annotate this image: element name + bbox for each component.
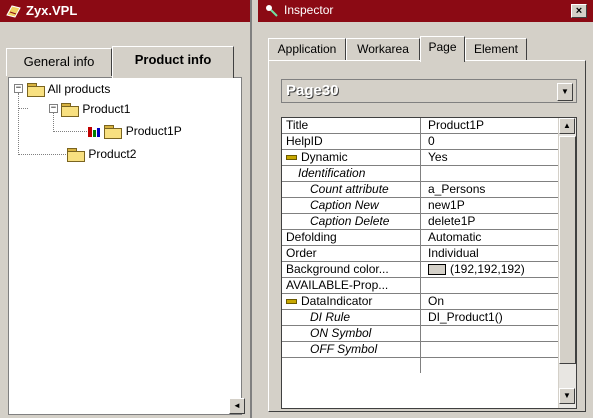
property-name: DI Rule [282,310,421,325]
page-properties-panel: Page30 ▼ Title Product1P HelpID 0 Dynamic Y… [268,60,586,412]
property-row-partial [282,358,560,374]
project-title: Zyx.VPL [26,3,78,18]
scroll-down-button[interactable]: ▼ [559,388,575,404]
tab-product-info[interactable]: Product info [112,46,234,78]
property-row[interactable]: AVAILABLE-Prop... [282,278,560,294]
folder-open-icon [27,83,45,98]
tree-item-product1p[interactable]: Product1P [87,124,182,140]
property-name: Title [282,118,421,133]
property-row[interactable]: Dynamic Yes [282,150,560,166]
property-row[interactable]: OFF Symbol [282,342,560,358]
property-value[interactable] [426,326,562,341]
property-value[interactable] [426,166,562,181]
tab-general-info[interactable]: General info [6,48,112,76]
property-value[interactable]: 0 [426,134,562,149]
property-name: Caption Delete [282,214,421,229]
property-value[interactable]: On [426,294,562,309]
page-type-icon [88,126,100,137]
collapse-icon[interactable] [286,299,297,305]
tree-item-product2[interactable]: Product2 [67,147,137,163]
property-name: Defolding [282,230,421,245]
collapse-all-products-icon[interactable]: − [14,84,23,93]
page-select-value: Page30 [286,82,339,99]
property-name: Dynamic [301,150,348,164]
property-name: Order [282,246,421,261]
inspector-icon [266,5,278,17]
property-row[interactable]: Defolding Automatic [282,230,560,246]
property-name: Identification [282,166,421,181]
property-row[interactable]: Caption New new1P [282,198,560,214]
tree-item-product1[interactable]: Product1 [61,102,131,118]
inspector-window: Inspector × Application Workarea Page El… [258,0,593,418]
project-titlebar[interactable]: Zyx.VPL [0,0,250,22]
folder-icon [67,148,85,163]
inspector-title: Inspector [284,3,334,17]
project-window: Zyx.VPL General info Product info − All … [0,0,252,418]
property-name: OFF Symbol [282,342,421,357]
page-select[interactable]: Page30 ▼ [281,79,577,103]
property-value[interactable]: DI_Product1() [426,310,562,325]
property-value[interactable]: Individual [426,246,562,261]
folder-open-icon [61,103,79,118]
tab-element[interactable]: Element [465,38,527,60]
property-value[interactable]: delete1P [426,214,562,229]
collapse-product1-icon[interactable]: − [49,104,58,113]
property-name: ON Symbol [282,326,421,341]
property-value[interactable]: a_Persons [426,182,562,197]
project-icon [6,5,21,18]
property-row[interactable]: Title Product1P [282,118,560,134]
property-value[interactable]: (192,192,192) [450,262,525,276]
property-scrollbar[interactable]: ▲ ▼ [558,118,576,408]
property-value[interactable]: Product1P [426,118,562,133]
folder-icon [104,125,123,140]
property-row[interactable]: Background color... (192,192,192) [282,262,560,278]
inspector-titlebar[interactable]: Inspector × [258,0,593,22]
tree-label: All products [47,82,111,96]
scroll-up-button[interactable]: ▲ [559,118,575,134]
property-row[interactable]: Order Individual [282,246,560,262]
property-name: AVAILABLE-Prop... [282,278,421,293]
collapse-icon[interactable] [286,155,297,161]
tree-item-all-products[interactable]: All products [27,82,111,98]
close-button[interactable]: × [571,4,587,18]
property-value[interactable] [426,342,562,357]
property-row[interactable]: ON Symbol [282,326,560,342]
property-row[interactable]: DI Rule DI_Product1() [282,310,560,326]
property-value[interactable]: Automatic [426,230,562,245]
property-value[interactable] [426,278,562,293]
property-row[interactable]: Caption Delete delete1P [282,214,560,230]
property-name: DataIndicator [301,294,373,308]
tab-page[interactable]: Page [420,36,465,62]
tab-application[interactable]: Application [268,38,346,60]
color-swatch[interactable] [428,264,446,276]
property-name: HelpID [282,134,421,149]
property-row[interactable]: DataIndicator On [282,294,560,310]
tree-label: Product1 [82,102,131,116]
property-name: Caption New [282,198,421,213]
scroll-left-button[interactable]: ◄ [229,398,245,414]
property-value[interactable]: new1P [426,198,562,213]
tree-label: Product2 [88,147,137,161]
dropdown-arrow-icon[interactable]: ▼ [557,83,573,101]
property-row[interactable]: Identification [282,166,560,182]
property-grid[interactable]: Title Product1P HelpID 0 Dynamic Yes Identi… [281,117,577,409]
product-tree[interactable]: − All products − Product1 Product1P Prod… [8,77,245,415]
tab-workarea[interactable]: Workarea [346,38,420,60]
tree-label: Product1P [125,124,182,138]
property-value[interactable]: Yes [426,150,562,165]
property-row[interactable]: Count attribute a_Persons [282,182,560,198]
property-row[interactable]: HelpID 0 [282,134,560,150]
property-name: Count attribute [282,182,421,197]
property-name: Background color... [282,262,421,277]
scroll-thumb[interactable] [559,136,576,364]
